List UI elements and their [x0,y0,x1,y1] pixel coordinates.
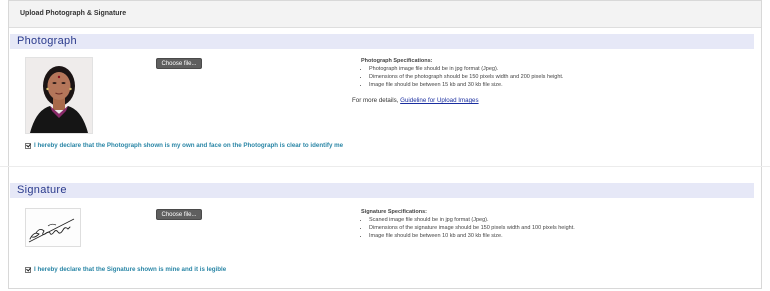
signature-declaration-text: I hereby declare that the Signature show… [34,266,227,273]
signature-section-header: Signature [10,183,754,198]
signature-spec-item: Dimensions of the signature image should… [369,225,661,232]
signature-image [26,209,80,246]
photograph-spec-item: Photograph image file should be in jpg f… [369,66,661,73]
more-details-line: For more details, Guideline for Upload I… [352,97,479,104]
photograph-specs-title: Photograph Specifications: [361,58,433,64]
photograph-declaration-text: I hereby declare that the Photograph sho… [34,142,344,149]
photograph-specifications: Photograph Specifications: Photograph im… [361,58,661,90]
signature-specifications: Signature Specifications: Scaned image f… [361,209,661,241]
section-divider [0,166,770,167]
signature-declaration: I hereby declare that the Signature show… [25,266,226,273]
signature-spec-item: Image file should be between 10 kb and 3… [369,233,661,240]
guideline-upload-images-link[interactable]: Guideline for Upload Images [400,97,478,104]
signature-preview [25,208,81,247]
photograph-spec-item: Image file should be between 15 kb and 3… [369,82,661,89]
photograph-declaration-checkbox[interactable] [25,142,31,149]
photograph-section-title: Photograph [17,35,77,47]
signature-choose-file-button[interactable]: Choose file... [156,209,202,220]
panel-title: Upload Photograph & Signature [20,10,127,17]
photograph-declaration: I hereby declare that the Photograph sho… [25,142,343,149]
panel-header: Upload Photograph & Signature [9,1,761,28]
photograph-preview [25,57,93,134]
signature-specs-title: Signature Specifications: [361,209,428,215]
photograph-choose-file-button[interactable]: Choose file... [156,58,202,69]
signature-declaration-checkbox[interactable] [25,266,31,273]
more-details-prefix: For more details, [352,97,399,104]
photograph-section-header: Photograph [10,34,754,49]
person-photo-image [26,58,92,133]
signature-section-title: Signature [17,184,67,196]
signature-spec-item: Scaned image file should be in jpg forma… [369,217,661,224]
photograph-spec-item: Dimensions of the photograph should be 1… [369,74,661,81]
